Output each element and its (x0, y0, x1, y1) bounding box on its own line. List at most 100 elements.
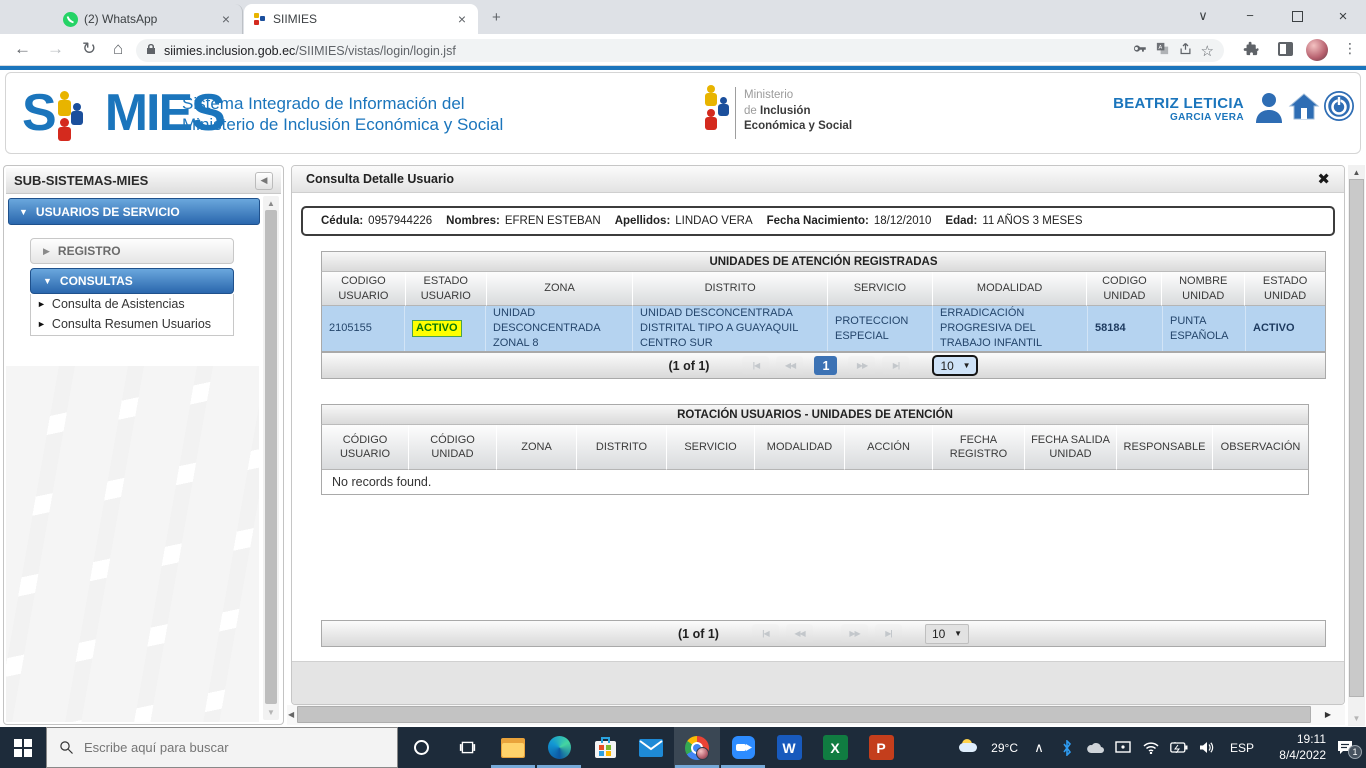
back-button[interactable]: ← (14, 39, 31, 59)
cast-display-icon[interactable] (1110, 740, 1136, 755)
profile-avatar[interactable] (1306, 39, 1328, 61)
bookmark-star-icon[interactable]: ☆ (1201, 42, 1214, 60)
taskbar-app-excel[interactable]: X (812, 727, 858, 768)
bluetooth-icon[interactable] (1054, 739, 1080, 756)
window-minimize-button[interactable]: − (1235, 8, 1265, 23)
address-bar[interactable]: siimies.inclusion.gob.ec/SIIMIES/vistas/… (136, 39, 1224, 62)
column-header[interactable]: ESTADO UNIDAD (1245, 272, 1326, 306)
horizontal-scrollbar[interactable]: ◀ ▶ (287, 705, 1345, 725)
window-restore-button[interactable] (1292, 11, 1303, 22)
column-header[interactable]: SERVICIO (667, 425, 755, 470)
new-tab-button[interactable]: + (492, 9, 501, 26)
column-header[interactable]: MODALIDAD (932, 272, 1088, 306)
prev-page-button[interactable]: ◀◀ (776, 356, 804, 375)
column-header[interactable]: OBSERVACIÓN (1213, 425, 1308, 470)
column-header[interactable]: MODALIDAD (755, 425, 845, 470)
cortana-button[interactable] (398, 727, 444, 768)
column-header[interactable]: ESTADO USUARIO (405, 272, 487, 306)
taskbar-app-store[interactable] (582, 727, 628, 768)
window-close-button[interactable]: × (1328, 8, 1358, 25)
temperature-label[interactable]: 29°C (991, 741, 1018, 755)
language-indicator[interactable]: ESP (1230, 741, 1254, 755)
vertical-scrollbar-thumb[interactable] (1349, 179, 1364, 697)
taskbar-app-chrome[interactable] (674, 727, 720, 768)
taskbar-app-edge[interactable] (536, 727, 582, 768)
column-header[interactable]: CÓDIGO USUARIO (322, 425, 409, 470)
column-header[interactable]: CÓDIGO UNIDAD (409, 425, 497, 470)
scroll-left-icon[interactable]: ◀ (288, 710, 294, 719)
task-view-button[interactable] (444, 727, 490, 768)
reload-button[interactable]: ↻ (82, 39, 96, 59)
taskbar-app-zoom[interactable] (720, 727, 766, 768)
column-header[interactable]: SERVICIO (827, 272, 933, 306)
start-button[interactable] (0, 727, 46, 768)
column-header[interactable]: FECHA REGISTRO (933, 425, 1025, 470)
menu-item-consulta-resumen[interactable]: ► Consulta Resumen Usuarios (31, 314, 233, 334)
tab-siimies[interactable]: SIIMIES × (244, 4, 478, 34)
wifi-icon[interactable] (1138, 741, 1164, 754)
last-page-button[interactable]: ▶| (874, 624, 902, 643)
menu-item-consulta-asistencias[interactable]: ► Consulta de Asistencias (31, 294, 233, 314)
battery-icon[interactable] (1166, 742, 1192, 753)
column-header[interactable]: ZONA (497, 425, 577, 470)
scroll-up-icon[interactable]: ▲ (263, 199, 279, 208)
home-button[interactable]: ⌂ (113, 39, 123, 59)
tab-close-icon[interactable]: × (454, 11, 470, 27)
prev-page-button[interactable]: ◀◀ (785, 624, 813, 643)
last-page-button[interactable]: ▶| (882, 356, 910, 375)
extensions-puzzle-icon[interactable] (1243, 41, 1260, 63)
browser-menu-kebab-icon[interactable]: ⋮ (1343, 40, 1357, 57)
column-header[interactable]: CODIGO USUARIO (322, 272, 406, 306)
panel-close-icon[interactable]: ✖ (1317, 170, 1330, 188)
column-header[interactable]: FECHA SALIDA UNIDAD (1025, 425, 1117, 470)
rows-per-page-select[interactable]: 10 ▼ (924, 623, 969, 644)
notification-center-icon[interactable]: 1 (1328, 740, 1362, 759)
sidebar-item-registro[interactable]: ▶ REGISTRO (30, 238, 234, 264)
tab-close-icon[interactable]: × (218, 11, 234, 27)
onedrive-icon[interactable] (1082, 742, 1108, 754)
column-header[interactable]: DISTRITO (577, 425, 667, 470)
column-header[interactable]: ACCIÓN (845, 425, 933, 470)
search-input[interactable] (84, 740, 364, 755)
scroll-down-icon[interactable]: ▼ (263, 708, 279, 717)
column-header[interactable]: NOMBRE UNIDAD (1162, 272, 1246, 306)
tray-chevron-up-icon[interactable]: ∧ (1026, 740, 1052, 756)
scroll-up-icon[interactable]: ▲ (1348, 168, 1365, 177)
taskbar-app-file-explorer[interactable] (490, 727, 536, 768)
first-page-button[interactable]: |◀ (751, 624, 779, 643)
logout-power-icon[interactable] (1322, 89, 1356, 128)
sidebar-item-consultas[interactable]: ▼ CONSULTAS (30, 268, 234, 294)
window-menu-chevron-icon[interactable]: ∨ (1188, 8, 1218, 24)
rows-per-page-select[interactable]: 10 ▼ (932, 355, 979, 376)
table1-data-row[interactable]: 2105155 ACTIVO UNIDAD DESCONCENTRADA ZON… (321, 306, 1326, 352)
taskbar-app-powerpoint[interactable]: P (858, 727, 904, 768)
home-icon[interactable] (1288, 91, 1320, 128)
forward-button[interactable]: → (47, 39, 64, 59)
scroll-right-icon[interactable]: ▶ (1325, 710, 1331, 719)
sidebar-scrollbar-thumb[interactable] (265, 210, 277, 704)
vertical-scrollbar[interactable]: ▲ ▼ (1348, 165, 1365, 726)
share-icon[interactable] (1178, 41, 1193, 61)
next-page-button[interactable]: ▶▶ (848, 356, 876, 375)
page-1-button[interactable]: 1 (814, 356, 838, 375)
user-profile-icon[interactable] (1254, 91, 1284, 128)
taskbar-search[interactable] (46, 727, 398, 768)
scroll-down-icon[interactable]: ▼ (1348, 714, 1365, 723)
clock[interactable]: 19:11 8/4/2022 (1264, 732, 1326, 763)
column-header[interactable]: DISTRITO (633, 272, 828, 306)
next-page-button[interactable]: ▶▶ (840, 624, 868, 643)
sidebar-scrollbar[interactable]: ▲ ▼ (263, 196, 279, 720)
translate-icon[interactable]: A (1155, 41, 1170, 61)
side-panel-icon[interactable] (1278, 42, 1293, 56)
column-header[interactable]: ZONA (486, 272, 634, 306)
password-key-icon[interactable] (1132, 41, 1147, 61)
first-page-button[interactable]: |◀ (742, 356, 770, 375)
sidebar-item-usuarios-de-servicio[interactable]: ▼ USUARIOS DE SERVICIO (8, 198, 260, 225)
volume-icon[interactable] (1194, 741, 1220, 754)
taskbar-app-word[interactable]: W (766, 727, 812, 768)
column-header[interactable]: CODIGO UNIDAD (1087, 272, 1163, 306)
column-header[interactable]: RESPONSABLE (1117, 425, 1213, 470)
taskbar-app-mail[interactable] (628, 727, 674, 768)
tab-whatsapp[interactable]: (2) WhatsApp × (55, 4, 243, 34)
sidebar-collapse-button[interactable]: ◀ (255, 171, 273, 190)
